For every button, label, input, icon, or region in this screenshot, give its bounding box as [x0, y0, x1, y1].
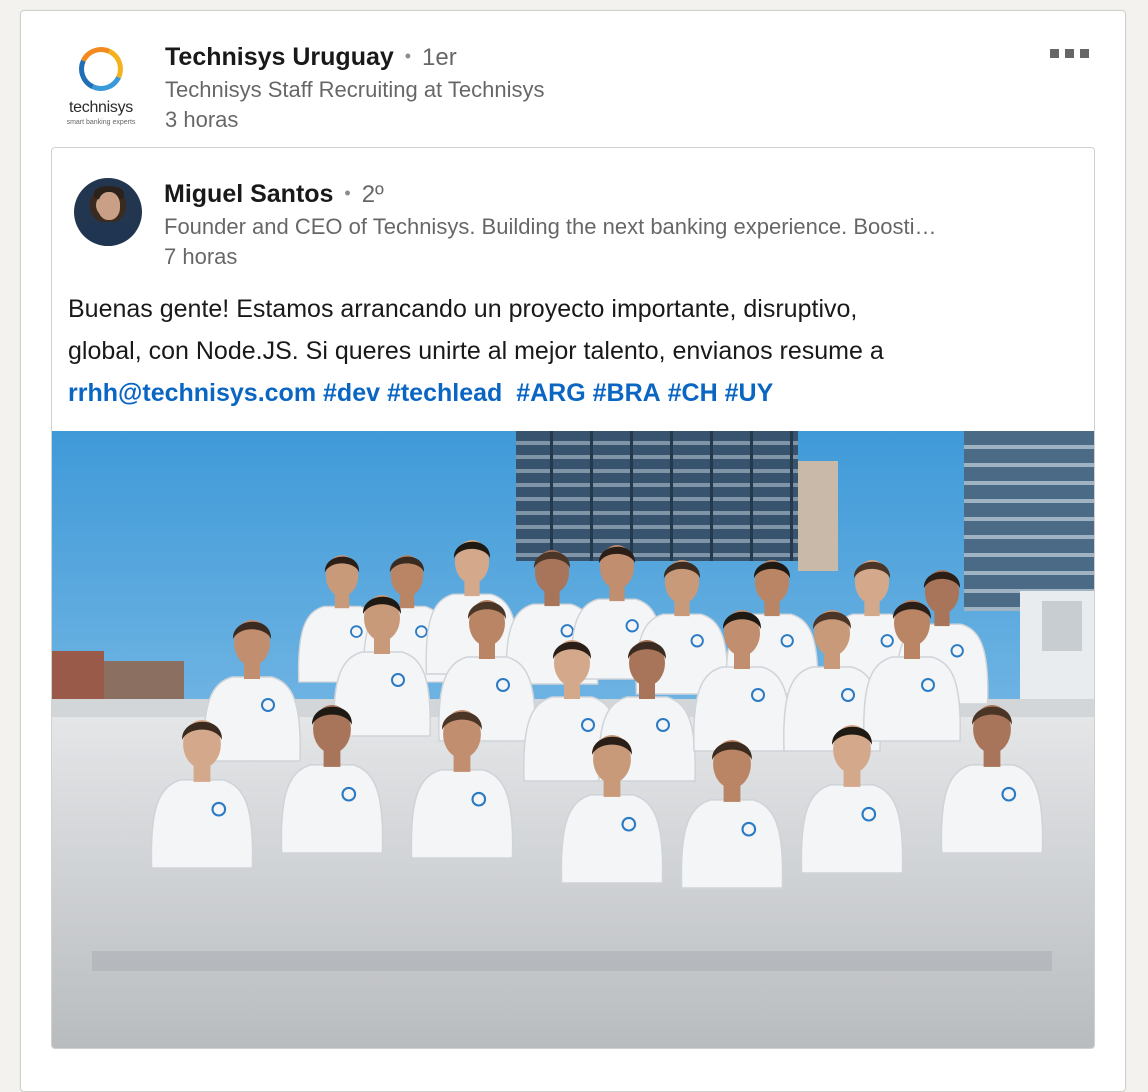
avatar[interactable]	[74, 178, 142, 246]
technisys-ring-logo-icon	[72, 40, 130, 98]
ellipsis-icon	[1064, 48, 1074, 58]
hashtag-link[interactable]: #ARG	[516, 379, 585, 407]
feed-post-card: technisys smart banking experts Technisy…	[20, 10, 1126, 1092]
reshare-time: 7 horas	[164, 244, 238, 269]
author-name[interactable]: Miguel Santos	[164, 180, 333, 208]
hashtag-link[interactable]: #CH	[668, 379, 718, 407]
separator-dot: •	[404, 46, 412, 66]
post-body: Buenas gente! Estamos arrancando un proy…	[68, 288, 1068, 414]
author-name-line: Miguel Santos • 2º	[164, 176, 384, 212]
email-link[interactable]: rrhh@technisys.com	[68, 379, 316, 407]
post-text-line: Buenas gente! Estamos arrancando un proy…	[68, 295, 858, 323]
logo-tagline: smart banking experts	[66, 119, 136, 126]
connection-degree: 1er	[422, 44, 457, 71]
post-text-line: global, con Node.JS. Si queres unirte al…	[68, 337, 884, 365]
hashtag-link[interactable]: #techlead	[387, 379, 502, 407]
post-links-line: rrhh@technisys.com #dev #techlead #ARG #…	[68, 372, 1068, 414]
post-time: 3 horas	[165, 107, 239, 132]
actor-name[interactable]: Technisys Uruguay	[165, 43, 394, 71]
actor-description: Technisys Staff Recruiting at Technisys	[165, 77, 545, 102]
reshared-post: Miguel Santos • 2º Founder and CEO of Te…	[51, 147, 1095, 1049]
team-photo-image[interactable]	[52, 431, 1094, 1048]
logo-wordmark: technisys	[69, 99, 133, 116]
ellipsis-icon	[1079, 48, 1089, 58]
post-options-button[interactable]	[1047, 43, 1091, 63]
actor-name-line: Technisys Uruguay • 1er	[165, 39, 457, 75]
hashtag-link[interactable]: #dev	[323, 379, 380, 407]
separator-dot: •	[344, 183, 351, 203]
hashtag-link[interactable]: #UY	[725, 379, 774, 407]
ellipsis-icon	[1049, 48, 1059, 58]
company-logo[interactable]: technisys smart banking experts	[61, 40, 141, 131]
hashtag-link[interactable]: #BRA	[593, 379, 661, 407]
team-photo-svg	[52, 431, 1094, 1048]
author-headline: Founder and CEO of Technisys. Building t…	[164, 214, 937, 239]
connection-degree: 2º	[361, 181, 384, 208]
